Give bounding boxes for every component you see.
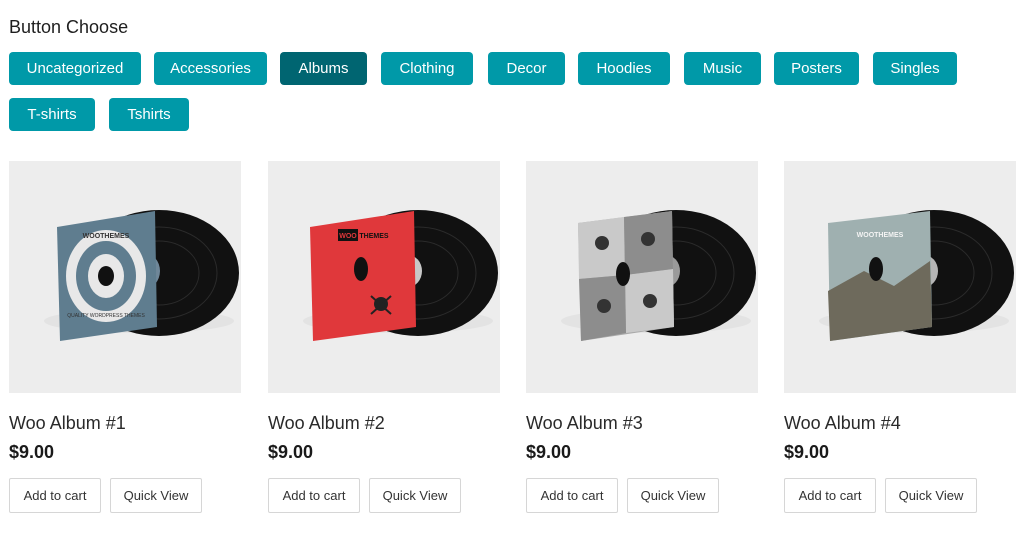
- product-price: $9.00: [784, 442, 830, 462]
- album-4-text: WOOTHEMES: [857, 232, 904, 239]
- product-title[interactable]: Woo Album #2: [268, 413, 385, 434]
- product-title[interactable]: Woo Album #4: [784, 413, 901, 434]
- vinyl-album-3-image: [561, 210, 756, 341]
- add-to-cart-button[interactable]: Add to cart: [526, 478, 618, 513]
- filter-t-shirts-button[interactable]: T-shirts: [9, 98, 95, 131]
- vinyl-album-1-image: WOOTHEMES QUALITY WORDPRESS THEMES: [44, 210, 239, 341]
- filter-singles-button[interactable]: Singles: [873, 52, 957, 85]
- filter-tshirts-button[interactable]: Tshirts: [109, 98, 189, 131]
- product-image[interactable]: WOO THEMES: [268, 161, 500, 393]
- quick-view-button[interactable]: Quick View: [885, 478, 977, 513]
- product-card: Woo Album #3 $9.00 Add to cart Quick Vie…: [526, 161, 758, 513]
- filter-posters-button[interactable]: Posters: [774, 52, 859, 85]
- product-price: $9.00: [268, 442, 314, 462]
- product-card: WOOTHEMES QUALITY WORDPRESS THEMES Woo A…: [9, 161, 241, 513]
- filter-uncategorized-button[interactable]: Uncategorized: [9, 52, 141, 85]
- quick-view-button[interactable]: Quick View: [627, 478, 719, 513]
- filter-accessories-button[interactable]: Accessories: [154, 52, 267, 85]
- album-2-logo-woo: WOO: [339, 233, 357, 240]
- quick-view-button[interactable]: Quick View: [369, 478, 461, 513]
- product-image[interactable]: [526, 161, 758, 393]
- product-title[interactable]: Woo Album #3: [526, 413, 643, 434]
- album-2-logo-themes: THEMES: [359, 233, 389, 240]
- filter-hoodies-button[interactable]: Hoodies: [578, 52, 670, 85]
- vinyl-album-4-image: WOOTHEMES: [819, 210, 1014, 341]
- product-card: WOOTHEMES Woo Album #4 $9.00 Add to cart…: [784, 161, 1016, 513]
- filter-albums-button[interactable]: Albums: [280, 52, 367, 85]
- add-to-cart-button[interactable]: Add to cart: [9, 478, 101, 513]
- filter-music-button[interactable]: Music: [684, 52, 761, 85]
- filter-decor-button[interactable]: Decor: [488, 52, 565, 85]
- product-image[interactable]: WOOTHEMES: [784, 161, 1016, 393]
- product-title[interactable]: Woo Album #1: [9, 413, 126, 434]
- add-to-cart-button[interactable]: Add to cart: [784, 478, 876, 513]
- quick-view-button[interactable]: Quick View: [110, 478, 202, 513]
- vinyl-album-2-image: WOO THEMES: [303, 210, 498, 341]
- album-1-top-text: WOOTHEMES: [83, 233, 130, 240]
- page-title: Button Choose: [9, 17, 129, 37]
- add-to-cart-button[interactable]: Add to cart: [268, 478, 360, 513]
- product-card: WOO THEMES Woo Album #2 $9.00 Add to car…: [268, 161, 500, 513]
- filter-clothing-button[interactable]: Clothing: [381, 52, 473, 85]
- product-image[interactable]: WOOTHEMES QUALITY WORDPRESS THEMES: [9, 161, 241, 393]
- product-price: $9.00: [526, 442, 572, 462]
- product-price: $9.00: [9, 442, 55, 462]
- album-1-bottom-text: QUALITY WORDPRESS THEMES: [67, 313, 145, 319]
